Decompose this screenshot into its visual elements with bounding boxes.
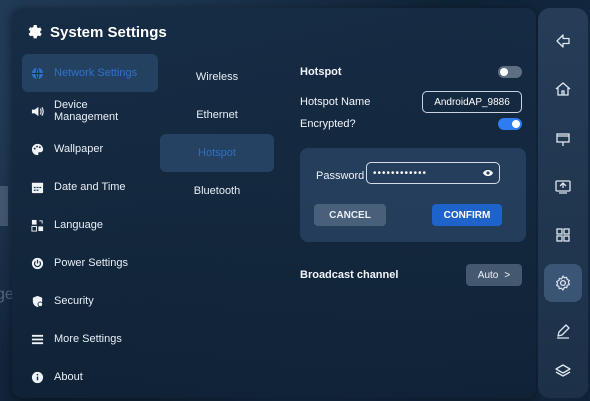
background-window-edge xyxy=(0,186,8,226)
password-card: Password •••••••••••• CANCEL CONFIRM xyxy=(300,148,526,242)
settings-button[interactable] xyxy=(544,264,582,302)
broadcast-channel-value: Auto xyxy=(477,269,499,281)
tab-ethernet[interactable]: Ethernet xyxy=(160,96,274,134)
confirm-button[interactable]: CONFIRM xyxy=(432,204,502,226)
display-button[interactable] xyxy=(544,120,582,158)
side-toolbar xyxy=(538,8,588,398)
hotspot-settings: Hotspot Hotspot Name Encrypted? Password… xyxy=(300,58,526,286)
cancel-button[interactable]: CANCEL xyxy=(314,204,386,226)
menu-label: More Settings xyxy=(54,333,122,345)
password-input[interactable]: •••••••••••• xyxy=(366,162,500,184)
hotspot-name-label: Hotspot Name xyxy=(300,96,371,108)
home-button[interactable] xyxy=(544,70,582,108)
tab-hotspot[interactable]: Hotspot xyxy=(160,134,274,172)
menu-label: Network Settings xyxy=(54,67,138,79)
menu-item-language[interactable]: Language xyxy=(22,206,158,244)
back-button[interactable] xyxy=(544,22,582,60)
calendar-icon xyxy=(30,180,44,194)
encrypted-row: Encrypted? xyxy=(300,114,522,134)
globe-icon xyxy=(30,66,44,80)
panel-header: System Settings xyxy=(26,20,167,44)
panel-title: System Settings xyxy=(50,23,167,41)
menu-label: Language xyxy=(54,219,103,231)
eye-icon[interactable] xyxy=(483,169,493,177)
apps-grid-icon xyxy=(556,228,570,242)
shield-icon xyxy=(30,294,44,308)
menu-label: Security xyxy=(54,295,94,307)
hotspot-row: Hotspot xyxy=(300,62,522,82)
broadcast-channel-label: Broadcast channel xyxy=(300,269,399,281)
speaker-icon xyxy=(30,104,44,118)
chevron-right-icon: > xyxy=(504,269,511,281)
pen-button[interactable] xyxy=(544,312,582,350)
menu-item-more-settings[interactable]: More Settings xyxy=(22,320,158,358)
screen-share-icon xyxy=(555,180,571,194)
menu-item-network-settings[interactable]: Network Settings xyxy=(22,54,158,92)
hotspot-toggle[interactable] xyxy=(498,66,522,78)
hotspot-name-row: Hotspot Name xyxy=(300,91,522,113)
menu-label: Device Management xyxy=(54,99,119,123)
menu-item-date-and-time[interactable]: Date and Time xyxy=(22,168,158,206)
settings-menu: Network Settings Device Management Wallpa… xyxy=(22,54,158,396)
tab-wireless[interactable]: Wireless xyxy=(160,58,274,96)
language-icon xyxy=(30,218,44,232)
tab-bluetooth[interactable]: Bluetooth xyxy=(160,172,274,210)
broadcast-channel-row: Broadcast channel Auto > xyxy=(300,264,522,286)
settings-icon xyxy=(556,275,570,291)
hotspot-title: Hotspot xyxy=(300,66,342,78)
menu-label: About xyxy=(54,371,83,383)
list-icon xyxy=(30,332,44,346)
encrypted-toggle[interactable] xyxy=(498,118,522,130)
menu-item-wallpaper[interactable]: Wallpaper xyxy=(22,130,158,168)
menu-item-device-management[interactable]: Device Management xyxy=(22,92,158,130)
apps-button[interactable] xyxy=(544,216,582,254)
menu-label: Power Settings xyxy=(54,257,128,269)
password-value: •••••••••••• xyxy=(373,167,428,179)
hotspot-name-input[interactable] xyxy=(422,91,522,113)
gear-icon xyxy=(28,25,42,39)
layers-button[interactable] xyxy=(544,352,582,390)
password-label: Password xyxy=(316,170,365,182)
system-settings-panel: System Settings Network Settings Device M… xyxy=(12,8,536,398)
network-subtabs: Wireless Ethernet Hotspot Bluetooth xyxy=(160,58,274,210)
menu-label: Date and Time xyxy=(54,181,126,193)
broadcast-channel-select[interactable]: Auto > xyxy=(466,264,522,286)
home-icon xyxy=(555,82,571,96)
screen-share-button[interactable] xyxy=(544,168,582,206)
menu-label: Wallpaper xyxy=(54,143,104,155)
display-icon xyxy=(556,133,570,146)
menu-item-security[interactable]: Security xyxy=(22,282,158,320)
encrypted-label: Encrypted? xyxy=(300,118,356,130)
back-icon xyxy=(556,34,570,48)
menu-item-power-settings[interactable]: Power Settings xyxy=(22,244,158,282)
palette-icon xyxy=(30,142,44,156)
info-icon xyxy=(30,370,44,384)
pen-icon xyxy=(557,324,570,339)
menu-item-about[interactable]: About xyxy=(22,358,158,396)
power-icon xyxy=(30,256,44,270)
layers-icon xyxy=(555,364,571,377)
